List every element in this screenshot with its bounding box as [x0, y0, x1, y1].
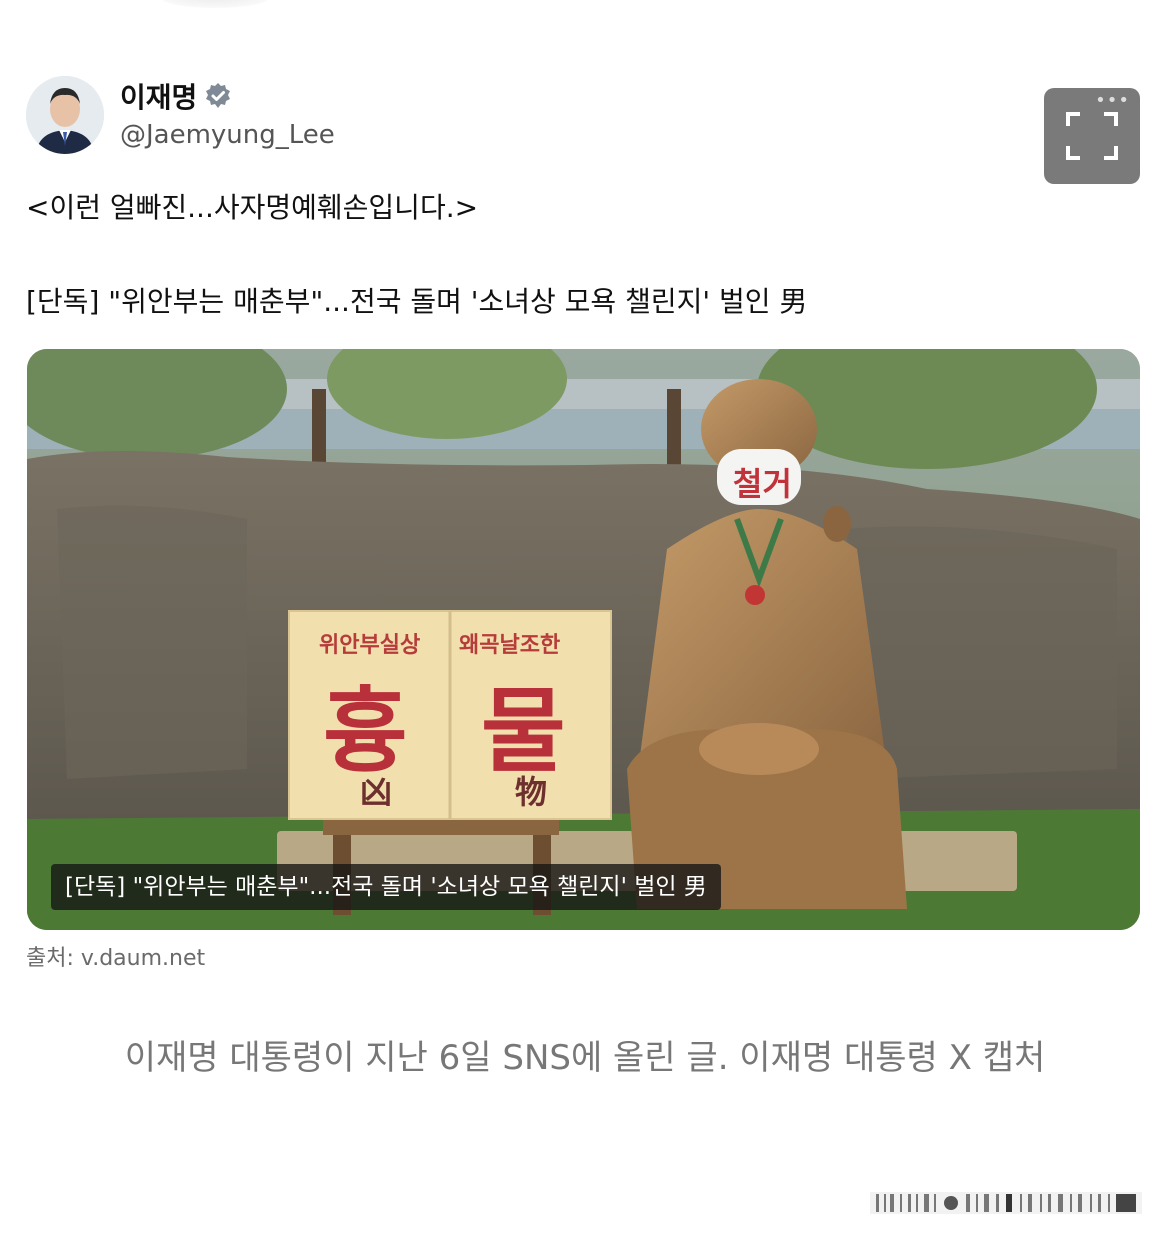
author-name-row: 이재명 [120, 76, 233, 116]
author-name[interactable]: 이재명 [120, 76, 197, 116]
sign-right-hanja: 物 [515, 773, 548, 811]
top-shadow [160, 0, 270, 8]
sign-right-subtitle: 왜곡날조한 [459, 633, 561, 658]
expand-icon [1066, 112, 1118, 160]
avatar-portrait-icon [26, 76, 104, 154]
mask-text: 철거 [733, 465, 792, 503]
post-headline: [단독] "위안부는 매춘부"...전국 돌며 '소녀상 모욕 챌린지' 벌인 … [26, 285, 808, 318]
image-caption-overlay: [단독] "위안부는 매춘부"...전국 돌며 '소녀상 모욕 챌린지' 벌인 … [51, 864, 721, 910]
statue-photo-illustration [27, 349, 1140, 930]
sign-left-hanja: 凶 [360, 773, 393, 811]
more-dots: ••• [1095, 90, 1130, 111]
photo-caption: 이재명 대통령이 지난 6일 SNS에 올린 글. 이재명 대통령 X 캡처 [124, 1038, 1046, 1078]
link-source[interactable]: 출처: v.daum.net [26, 940, 205, 972]
post-image[interactable]: 위안부실상 왜곡날조한 흉 물 凶 物 철거 [단독] "위안부는 매춘부"..… [27, 349, 1140, 930]
post-text: <이런 얼빠진...사자명예훼손입니다.> [26, 191, 479, 224]
watermark-barcode-icon [870, 1192, 1142, 1214]
expand-image-button[interactable]: ••• [1044, 88, 1140, 184]
author-handle[interactable]: @Jaemyung_Lee [120, 120, 335, 150]
verified-badge-icon [206, 83, 231, 108]
sign-left-subtitle: 위안부실상 [319, 633, 421, 658]
avatar[interactable] [26, 76, 104, 154]
